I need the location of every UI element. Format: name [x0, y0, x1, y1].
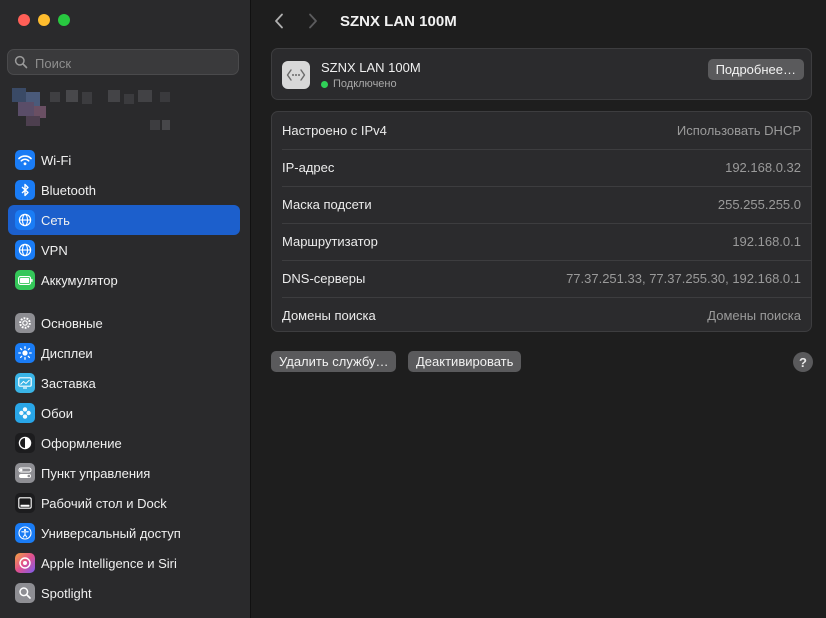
zoom-window-button[interactable] — [58, 14, 70, 26]
toggles-icon — [15, 463, 35, 483]
sidebar-item-label: Универсальный доступ — [41, 525, 181, 541]
magnifier-icon — [15, 583, 35, 603]
account-avatar-blurred[interactable] — [10, 88, 210, 134]
row-label: IP-адрес — [282, 160, 335, 175]
sidebar-item-label: Заставка — [41, 375, 96, 391]
window-controls — [18, 14, 70, 26]
sidebar-item-label: Spotlight — [41, 585, 92, 601]
battery-icon — [15, 270, 35, 290]
sidebar-item-control-center[interactable]: Пункт управления — [8, 458, 240, 488]
wifi-icon — [15, 150, 35, 170]
back-button[interactable] — [271, 12, 287, 30]
search-icon — [14, 55, 28, 69]
sidebar-item-label: Обои — [41, 405, 74, 421]
row-value: Использовать DHCP — [676, 123, 801, 138]
service-name: SZNX LAN 100M — [321, 60, 421, 75]
sidebar-item-spotlight[interactable]: Spotlight — [8, 578, 240, 608]
accessibility-icon — [15, 523, 35, 543]
sidebar-item-label: VPN — [41, 242, 68, 258]
gear-icon — [15, 313, 35, 333]
sidebar-item-general[interactable]: Основные — [8, 308, 240, 338]
chevron-left-icon — [275, 13, 283, 29]
sidebar-item-vpn[interactable]: VPN — [8, 235, 240, 265]
sidebar-item-screensaver[interactable]: Заставка — [8, 368, 240, 398]
sidebar-item-label: Аккумулятор — [41, 272, 118, 288]
sidebar-item-label: Дисплеи — [41, 345, 93, 361]
sidebar: Wi-Fi Bluetooth Сеть VPN — [0, 0, 251, 618]
sidebar-item-label: Сеть — [41, 212, 70, 228]
row-value: 192.168.0.1 — [732, 234, 801, 249]
sidebar-item-label: Оформление — [41, 435, 122, 451]
sidebar-item-battery[interactable]: Аккумулятор — [8, 265, 240, 295]
row-label: Настроено с IPv4 — [282, 123, 387, 138]
flower-icon — [15, 403, 35, 423]
sun-icon — [15, 343, 35, 363]
row-label: Маршрутизатор — [282, 234, 378, 249]
close-window-button[interactable] — [18, 14, 30, 26]
screensaver-icon — [15, 373, 35, 393]
status-dot-icon — [321, 80, 328, 88]
deactivate-button[interactable]: Деактивировать — [408, 351, 522, 372]
row-label: Маска подсети — [282, 197, 372, 212]
search-input[interactable] — [33, 50, 237, 76]
appearance-icon — [15, 433, 35, 453]
sidebar-item-label: Apple Intelligence и Siri — [41, 555, 177, 571]
row-label: Домены поиска — [282, 308, 376, 323]
siri-icon — [15, 553, 35, 573]
info-row-search-domains: Домены поиска Домены поиска — [272, 297, 811, 334]
info-row-dns-servers: DNS-серверы 77.37.251.33, 77.37.255.30, … — [272, 260, 811, 297]
info-row-ipv4: Настроено с IPv4 Использовать DHCP — [272, 112, 811, 149]
help-button[interactable]: ? — [793, 352, 813, 372]
sidebar-item-apple-intelligence[interactable]: Apple Intelligence и Siri — [8, 548, 240, 578]
bluetooth-icon — [15, 180, 35, 200]
sidebar-item-label: Wi-Fi — [41, 152, 72, 168]
sidebar-item-label: Рабочий стол и Dock — [41, 495, 167, 511]
sidebar-item-desktop-dock[interactable]: Рабочий стол и Dock — [8, 488, 240, 518]
minimize-window-button[interactable] — [38, 14, 50, 26]
sidebar-item-wifi[interactable]: Wi-Fi — [8, 145, 240, 175]
sidebar-item-label: Пункт управления — [41, 465, 151, 481]
row-value: 255.255.255.0 — [717, 197, 801, 212]
globe-icon — [15, 240, 35, 260]
ethernet-icon — [282, 61, 310, 89]
dock-icon — [15, 493, 35, 513]
sidebar-item-network[interactable]: Сеть — [8, 205, 240, 235]
sidebar-item-displays[interactable]: Дисплеи — [8, 338, 240, 368]
info-row-ip-address: IP-адрес 192.168.0.32 — [272, 149, 811, 186]
status-text: Подключено — [333, 78, 397, 90]
row-value: 77.37.251.33, 77.37.255.30, 192.168.0.1 — [566, 271, 801, 286]
info-row-router: Маршрутизатор 192.168.0.1 — [272, 223, 811, 260]
globe-icon — [15, 210, 35, 230]
toolbar: SZNX LAN 100M — [251, 0, 826, 44]
details-button[interactable]: Подробнее… — [707, 59, 804, 80]
page-title: SZNX LAN 100M — [340, 13, 457, 30]
remove-service-button[interactable]: Удалить службу… — [271, 351, 397, 372]
network-info-list: Настроено с IPv4 Использовать DHCP IP-ад… — [271, 111, 812, 332]
search-field[interactable] — [7, 49, 239, 76]
chevron-right-icon — [309, 13, 317, 29]
sidebar-item-wallpaper[interactable]: Обои — [8, 398, 240, 428]
sidebar-item-accessibility[interactable]: Универсальный доступ — [8, 518, 240, 548]
service-card: SZNX LAN 100M Подключено Подробнее… — [271, 48, 812, 100]
sidebar-item-label: Bluetooth — [41, 182, 96, 198]
row-value: 192.168.0.32 — [725, 160, 801, 175]
row-label: DNS-серверы — [282, 271, 366, 286]
sidebar-item-bluetooth[interactable]: Bluetooth — [8, 175, 240, 205]
sidebar-item-appearance[interactable]: Оформление — [8, 428, 240, 458]
sidebar-item-label: Основные — [41, 315, 103, 331]
connection-status: Подключено — [321, 78, 397, 90]
forward-button[interactable] — [305, 12, 321, 30]
info-row-subnet-mask: Маска подсети 255.255.255.0 — [272, 186, 811, 223]
row-value: Домены поиска — [707, 308, 801, 323]
